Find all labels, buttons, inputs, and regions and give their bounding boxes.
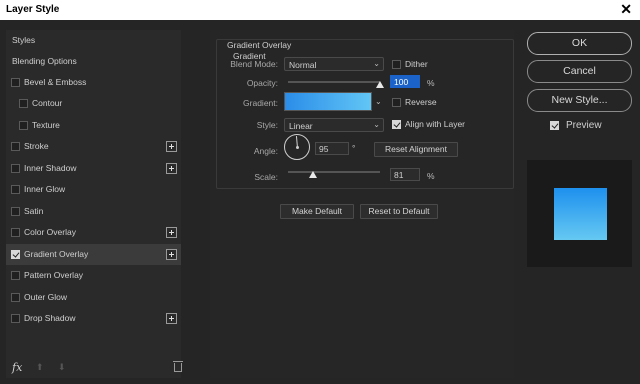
blend-mode-label: Blend Mode: (230, 59, 278, 69)
align-with-layer-label: Align with Layer (405, 119, 466, 129)
style-item-label: Styles (12, 35, 36, 45)
style-item-inner-glow[interactable]: Inner Glow (6, 179, 181, 200)
preview-checkbox[interactable] (550, 121, 559, 130)
dither-label: Dither (405, 59, 428, 69)
style-item-gradient-overlay[interactable]: Gradient Overlay (6, 244, 181, 265)
style-item-checkbox[interactable] (11, 314, 20, 323)
gradient-overlay-panel: Gradient Overlay Gradient Blend Mode: No… (210, 30, 514, 378)
style-item-checkbox[interactable] (11, 78, 20, 87)
opacity-unit: % (427, 78, 435, 88)
blend-mode-select[interactable]: Normal ⌄ (284, 57, 384, 71)
style-item-checkbox[interactable] (11, 250, 20, 259)
style-item-blending-options[interactable]: Blending Options (6, 51, 181, 72)
fx-button[interactable]: fx (12, 361, 22, 374)
dither-checkbox[interactable] (392, 60, 401, 69)
style-item-satin[interactable]: Satin (6, 201, 181, 222)
style-item-checkbox[interactable] (11, 185, 20, 194)
style-item-label: Satin (24, 206, 44, 216)
style-item-checkbox[interactable] (19, 99, 28, 108)
layer-style-dialog: Styles Blending Options Bevel & Emboss Cont… (0, 20, 640, 384)
style-item-label: Color Overlay (24, 227, 76, 237)
style-item-checkbox[interactable] (11, 293, 20, 302)
style-select[interactable]: Linear ⌄ (284, 118, 384, 132)
section-title: Gradient Overlay (227, 40, 292, 50)
reverse-label: Reverse (405, 97, 437, 107)
angle-unit: ° (352, 143, 356, 153)
preview-label: Preview (566, 120, 602, 131)
style-item-checkbox[interactable] (11, 207, 20, 216)
style-item-label: Inner Glow (24, 184, 66, 194)
make-default-button[interactable]: Make Default (280, 204, 354, 219)
angle-input[interactable]: 95 (315, 142, 349, 155)
scale-slider-track[interactable] (288, 171, 380, 173)
reset-to-default-button[interactable]: Reset to Default (360, 204, 438, 219)
opacity-input[interactable]: 100 (390, 75, 420, 88)
style-item-contour[interactable]: Contour (6, 93, 181, 114)
opacity-slider-thumb[interactable] (376, 81, 384, 88)
scale-unit: % (427, 171, 435, 181)
style-item-label: Outer Glow (24, 292, 67, 302)
title-bar: Layer Style ✕ (0, 0, 640, 20)
scale-label: Scale: (254, 172, 278, 182)
chevron-down-icon: ⌄ (373, 59, 380, 68)
scale-input[interactable]: 81 (390, 168, 420, 181)
style-item-label: Gradient Overlay (24, 249, 89, 259)
add-effect-plus-icon[interactable] (166, 249, 177, 260)
style-item-label: Drop Shadow (24, 313, 76, 323)
style-label: Style: (256, 120, 278, 130)
preview-swatch (554, 188, 607, 240)
gradient-swatch[interactable] (284, 92, 372, 111)
add-effect-plus-icon[interactable] (166, 163, 177, 174)
move-down-icon[interactable]: ⬇ (58, 362, 66, 373)
close-icon[interactable]: ✕ (620, 1, 632, 18)
style-item-styles[interactable]: Styles (6, 30, 181, 51)
angle-dial[interactable] (284, 134, 310, 160)
style-item-stroke[interactable]: Stroke (6, 136, 181, 157)
preview-box (527, 160, 632, 267)
new-style-button[interactable]: New Style... (527, 89, 632, 112)
gradient-picker-chevron-icon[interactable]: ⌄ (375, 97, 382, 106)
styles-list: Styles Blending Options Bevel & Emboss Cont… (6, 30, 181, 378)
blend-mode-value: Normal (289, 60, 317, 70)
gradient-label: Gradient: (243, 98, 278, 108)
add-effect-plus-icon[interactable] (166, 227, 177, 238)
style-item-label: Pattern Overlay (24, 270, 84, 280)
ok-button[interactable]: OK (527, 32, 632, 55)
trash-icon[interactable] (173, 361, 183, 372)
style-item-label: Contour (32, 98, 63, 108)
style-item-checkbox[interactable] (19, 121, 28, 130)
style-item-label: Bevel & Emboss (24, 77, 87, 87)
style-item-texture[interactable]: Texture (6, 115, 181, 136)
reset-alignment-button[interactable]: Reset Alignment (374, 142, 458, 157)
style-item-checkbox[interactable] (11, 164, 20, 173)
opacity-slider-track[interactable] (288, 81, 380, 83)
scale-slider-thumb[interactable] (308, 171, 317, 178)
style-item-label: Blending Options (12, 56, 77, 66)
style-item-checkbox[interactable] (11, 271, 20, 280)
angle-label: Angle: (253, 146, 278, 156)
style-item-label: Texture (32, 120, 60, 130)
window-title: Layer Style (6, 4, 60, 15)
style-item-outer-glow[interactable]: Outer Glow (6, 287, 181, 308)
angle-dial-center (296, 146, 299, 149)
style-item-drop-shadow[interactable]: Drop Shadow (6, 308, 181, 329)
style-value: Linear (289, 121, 313, 131)
cancel-button[interactable]: Cancel (527, 60, 632, 83)
style-item-checkbox[interactable] (11, 142, 20, 151)
move-up-icon[interactable]: ⬆ (36, 362, 44, 373)
style-item-checkbox[interactable] (11, 228, 20, 237)
opacity-label: Opacity: (246, 78, 278, 88)
add-effect-plus-icon[interactable] (166, 313, 177, 324)
add-effect-plus-icon[interactable] (166, 141, 177, 152)
style-item-label: Stroke (24, 141, 49, 151)
chevron-down-icon: ⌄ (373, 120, 380, 129)
styles-list-footer: fx ⬆ ⬇ (6, 357, 183, 379)
style-item-pattern-overlay[interactable]: Pattern Overlay (6, 265, 181, 286)
style-item-bevel-emboss[interactable]: Bevel & Emboss (6, 72, 181, 93)
reverse-checkbox[interactable] (392, 98, 401, 107)
style-item-color-overlay[interactable]: Color Overlay (6, 222, 181, 243)
style-item-inner-shadow[interactable]: Inner Shadow (6, 158, 181, 179)
align-with-layer-checkbox[interactable] (392, 120, 401, 129)
style-item-label: Inner Shadow (24, 163, 77, 173)
